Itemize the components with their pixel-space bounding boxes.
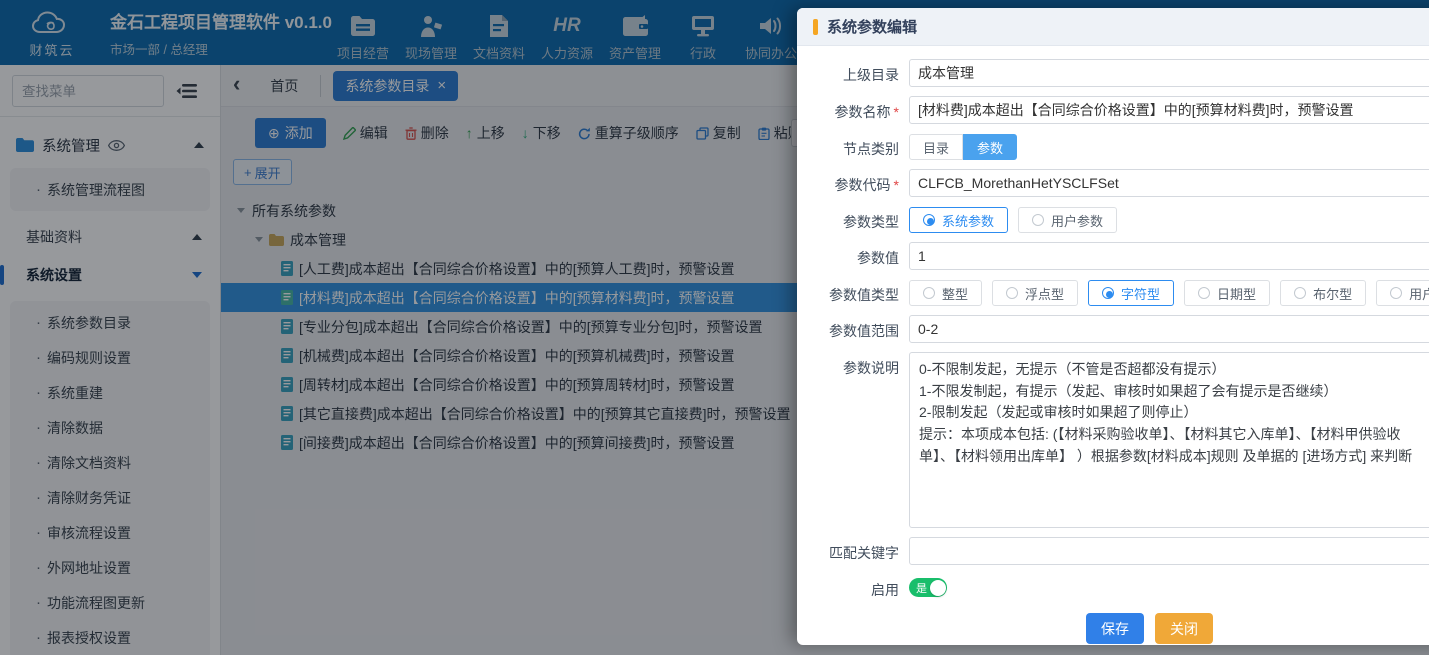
- param-name-input[interactable]: [909, 96, 1429, 124]
- toggle-on-label: 是: [916, 580, 927, 596]
- radio-dot-icon: [923, 287, 935, 299]
- radio-date[interactable]: 日期型: [1184, 280, 1270, 306]
- value-type-radio-group: 整型 浮点型 字符型 日期型 布尔型 用户选择: [909, 280, 1429, 306]
- radio-dot-icon: [1032, 214, 1044, 226]
- enabled-toggle[interactable]: 是: [909, 578, 947, 597]
- required-mark: *: [894, 104, 899, 120]
- radio-user-param[interactable]: 用户参数: [1018, 207, 1117, 233]
- node-type-segment: 目录 参数: [909, 134, 1017, 160]
- radio-string-selected[interactable]: 字符型: [1088, 280, 1174, 306]
- save-button[interactable]: 保存: [1086, 613, 1144, 644]
- field-label: 参数值类型: [803, 279, 899, 305]
- drawer-title: 系统参数编辑: [827, 16, 917, 37]
- parent-dir-input[interactable]: [909, 59, 1429, 87]
- form-row-enabled: 启用 是: [803, 574, 1429, 600]
- form-row-value-range: 参数值范围: [803, 315, 1429, 343]
- radio-dot-icon: [1198, 287, 1210, 299]
- form-row-param-code: 参数代码*: [803, 169, 1429, 197]
- orange-marker-bar: [813, 19, 818, 35]
- field-label: 参数值范围: [803, 315, 899, 341]
- field-label: 启用: [803, 574, 899, 600]
- field-label: 参数值: [803, 242, 899, 268]
- radio-boolean[interactable]: 布尔型: [1280, 280, 1366, 306]
- toggle-knob: [930, 580, 946, 596]
- segment-directory[interactable]: 目录: [909, 134, 963, 160]
- param-type-radio-group: 系统参数 用户参数: [909, 207, 1429, 233]
- param-code-input[interactable]: [909, 169, 1429, 197]
- field-label: 参数名称*: [803, 96, 899, 122]
- radio-dot-icon: [1390, 287, 1402, 299]
- value-range-input[interactable]: [909, 315, 1429, 343]
- segment-parameter-selected[interactable]: 参数: [963, 134, 1017, 160]
- drawer-header: 系统参数编辑: [797, 8, 1429, 46]
- field-label: 匹配关键字: [803, 537, 899, 563]
- close-button[interactable]: 关闭: [1155, 613, 1213, 644]
- form-row-node-type: 节点类别 目录 参数: [803, 133, 1429, 160]
- field-label: 参数代码*: [803, 169, 899, 195]
- drawer-actions: 保存 关闭: [803, 613, 1429, 644]
- form-row-param-name: 参数名称*: [803, 96, 1429, 124]
- description-textarea[interactable]: 0-不限制发起，无提示（不管是否超都没有提示） 1-不限发制起，有提示（发起、审…: [909, 352, 1429, 528]
- required-mark: *: [894, 177, 899, 193]
- form-row-parent-dir: 上级目录: [803, 59, 1429, 87]
- form-row-param-value: 参数值: [803, 242, 1429, 270]
- form-row-value-type: 参数值类型 整型 浮点型 字符型 日期型 布尔型 用户选择: [803, 279, 1429, 306]
- drawer-body: 上级目录 参数名称* 节点类别 目录 参数 参数代码* 参数类型: [797, 46, 1429, 644]
- radio-dot-icon: [1294, 287, 1306, 299]
- radio-system-param-selected[interactable]: 系统参数: [909, 207, 1008, 233]
- field-label: 上级目录: [803, 59, 899, 85]
- field-label: 参数说明: [803, 352, 899, 378]
- param-value-input[interactable]: [909, 242, 1429, 270]
- field-label: 节点类别: [803, 133, 899, 159]
- radio-integer[interactable]: 整型: [909, 280, 982, 306]
- radio-user-select[interactable]: 用户选择: [1376, 280, 1429, 306]
- form-row-param-type: 参数类型 系统参数 用户参数: [803, 206, 1429, 233]
- form-row-keyword: 匹配关键字: [803, 537, 1429, 565]
- radio-float[interactable]: 浮点型: [992, 280, 1078, 306]
- radio-dot-icon: [1006, 287, 1018, 299]
- form-row-description: 参数说明 0-不限制发起，无提示（不管是否超都没有提示） 1-不限发制起，有提示…: [803, 352, 1429, 528]
- radio-dot-icon: [923, 214, 935, 226]
- radio-dot-icon: [1102, 287, 1114, 299]
- field-label: 参数类型: [803, 206, 899, 232]
- match-keyword-input[interactable]: [909, 537, 1429, 565]
- param-edit-drawer: 系统参数编辑 上级目录 参数名称* 节点类别 目录 参数 参数代码* 参数类型: [797, 8, 1429, 645]
